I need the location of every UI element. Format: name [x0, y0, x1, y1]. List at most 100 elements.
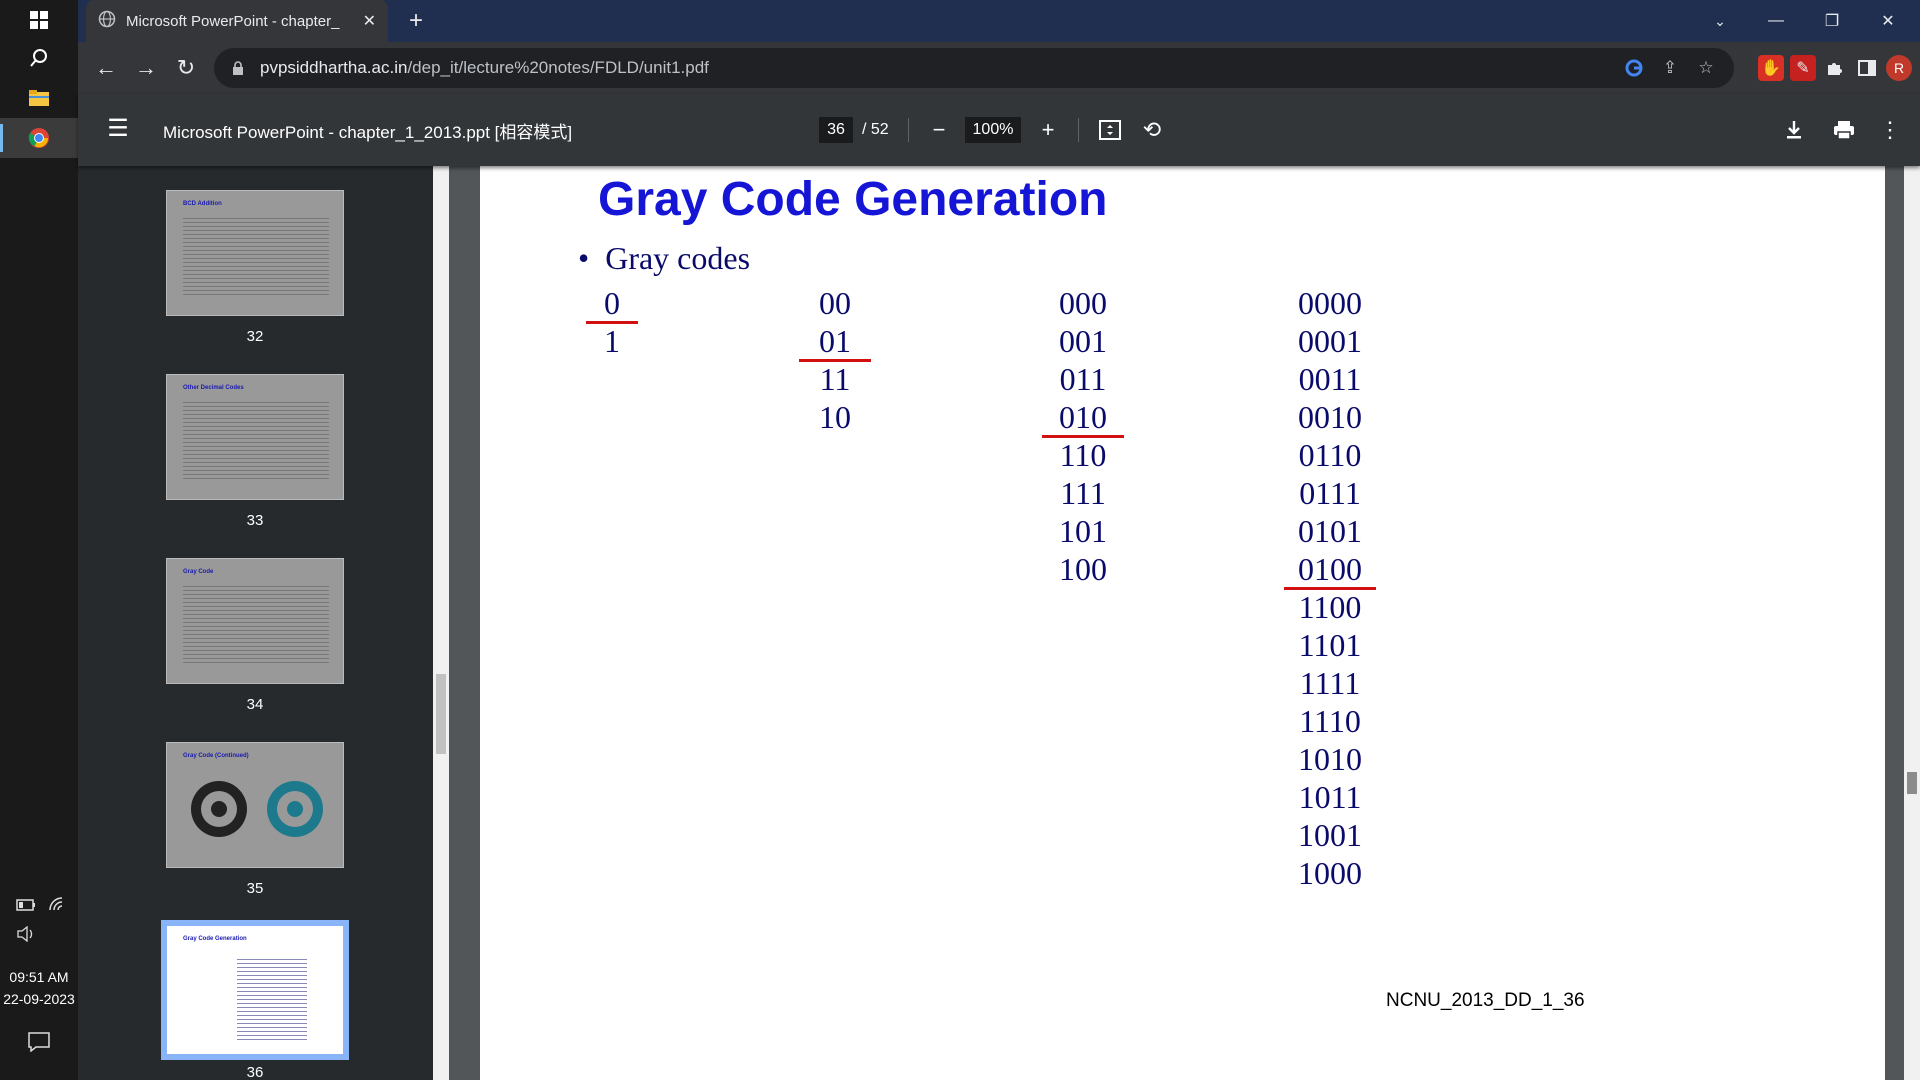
thumbnail-page-number: 33 — [246, 512, 264, 529]
gray-code-value: 0000 — [1298, 285, 1362, 321]
gray-code-value: 111 — [1060, 475, 1106, 511]
gray-code-value: 1111 — [1299, 665, 1361, 701]
gray-code-value: 1 — [604, 323, 620, 359]
thumbnail-page-34[interactable]: Gray Code — [166, 558, 344, 684]
more-options-icon[interactable]: ⋮ — [1874, 114, 1906, 146]
gray-code-2bit-column: 00 01 11 10 — [799, 284, 871, 436]
notifications-icon[interactable] — [28, 1032, 50, 1055]
zoom-in-button[interactable]: + — [1032, 114, 1064, 146]
gray-code-value: 00 — [819, 285, 851, 321]
gray-code-value: 110 — [1059, 437, 1107, 473]
page-total: / 52 — [862, 121, 889, 138]
sidebar-menu-icon[interactable]: ☰ — [104, 116, 132, 144]
profile-avatar[interactable]: R — [1886, 55, 1912, 81]
back-button[interactable]: ← — [90, 52, 122, 84]
gray-code-value: 011 — [1059, 361, 1107, 397]
search-icon[interactable] — [0, 38, 78, 78]
pdf-viewer: Gray Code Generation • Gray codes 01 00 01… — [449, 166, 1920, 1080]
address-bar[interactable]: pvpsiddhartha.ac.in/dep_it/lecture%20not… — [214, 48, 1734, 88]
url-host: pvpsiddhartha.ac.in — [260, 58, 408, 77]
thumbnail-content — [183, 399, 329, 481]
minimize-button[interactable]: — — [1748, 0, 1804, 42]
volume-icon[interactable] — [16, 925, 36, 945]
gray-code-value: 001 — [1059, 323, 1107, 359]
slide-footer: NCNU_2013_DD_1_36 — [1386, 990, 1585, 1011]
gray-code-value: 01 — [799, 322, 871, 362]
zoom-out-button[interactable]: − — [923, 114, 955, 146]
gray-code-value: 10 — [819, 399, 851, 435]
print-icon[interactable] — [1828, 114, 1860, 146]
pdf-page: Gray Code Generation • Gray codes 01 00 01… — [480, 166, 1885, 1080]
lock-icon[interactable] — [232, 61, 246, 75]
windows-start-icon[interactable] — [0, 0, 78, 40]
fit-page-icon[interactable] — [1094, 114, 1126, 146]
google-icon[interactable] — [1622, 56, 1646, 80]
tab-strip: Microsoft PowerPoint - chapter_ ✕ + ⌄ — … — [78, 0, 1920, 42]
tab-title: Microsoft PowerPoint - chapter_ — [126, 12, 340, 30]
thumbnail-title: Gray Code Generation — [183, 936, 247, 942]
gray-code-value: 1101 — [1298, 627, 1362, 663]
thumbnail-content — [183, 215, 329, 297]
slide-bullet: • Gray codes — [578, 240, 750, 277]
gray-code-value: 000 — [1059, 285, 1107, 321]
chrome-menu-icon[interactable] — [1916, 55, 1920, 81]
thumbnail-page-number: 36 — [246, 1064, 264, 1080]
pen-extension-icon[interactable]: ✎ — [1790, 55, 1816, 81]
chrome-window: Microsoft PowerPoint - chapter_ ✕ + ⌄ — … — [78, 0, 1920, 1080]
taskbar-clock[interactable]: 09:51 AM 22-09-2023 — [0, 966, 78, 1010]
zoom-input[interactable]: 100% — [965, 117, 1021, 143]
gray-code-1bit-column: 01 — [586, 284, 638, 360]
thumbnail-content — [237, 956, 307, 1042]
close-window-button[interactable]: ✕ — [1860, 0, 1916, 42]
download-icon[interactable] — [1778, 114, 1810, 146]
clock-time: 09:51 AM — [9, 969, 69, 985]
reload-button[interactable]: ↻ — [170, 52, 202, 84]
file-explorer-icon[interactable] — [0, 78, 78, 118]
slide-title: Gray Code Generation — [598, 173, 1108, 226]
thumbnail-page-35[interactable]: Gray Code (Continued) — [166, 742, 344, 868]
url-path: /dep_it/lecture%20notes/FDLD/unit1.pdf — [407, 58, 709, 77]
thumbnail-title: Gray Code (Continued) — [183, 753, 249, 759]
battery-icon[interactable] — [16, 898, 36, 914]
gray-code-value: 0100 — [1284, 550, 1376, 590]
url-text: pvpsiddhartha.ac.in/dep_it/lecture%20not… — [260, 58, 709, 78]
page-number-input[interactable]: 36 — [819, 117, 853, 143]
extensions-puzzle-icon[interactable] — [1822, 55, 1848, 81]
share-icon[interactable]: ⇪ — [1658, 56, 1682, 80]
thumbnail-sidebar: BCD Addition 32 Other Decimal Codes 33 G… — [78, 166, 433, 1080]
sidebar-scrollbar[interactable] — [433, 166, 449, 1080]
gray-code-value: 1010 — [1298, 741, 1362, 777]
thumbnail-title: BCD Addition — [183, 201, 222, 207]
thumbnail-page-32[interactable]: BCD Addition — [166, 190, 344, 316]
chrome-taskbar-icon[interactable] — [0, 118, 78, 158]
gray-code-value: 010 — [1042, 398, 1124, 438]
restore-button[interactable]: ❐ — [1804, 0, 1860, 42]
gray-code-value: 0010 — [1298, 399, 1362, 435]
thumbnail-page-33[interactable]: Other Decimal Codes — [166, 374, 344, 500]
gray-code-value: 0110 — [1298, 437, 1362, 473]
thumbnail-page-36-selected[interactable]: Gray Code Generation — [161, 920, 349, 1060]
browser-tab[interactable]: Microsoft PowerPoint - chapter_ ✕ — [86, 0, 388, 42]
page-scrollbar-thumb[interactable] — [1907, 772, 1917, 794]
toolbar-divider — [908, 118, 909, 142]
gray-code-value: 1001 — [1298, 817, 1362, 853]
page-scrollbar[interactable] — [1904, 166, 1920, 1080]
adblock-extension-icon[interactable]: ✋ — [1758, 55, 1784, 81]
thumbnail-page-number: 35 — [246, 880, 264, 897]
tab-close-icon[interactable]: ✕ — [363, 11, 376, 31]
thumbnail-content — [183, 583, 329, 665]
rotate-icon[interactable]: ⟲ — [1136, 114, 1168, 146]
sidebar-scrollbar-thumb[interactable] — [436, 674, 446, 754]
forward-button[interactable]: → — [130, 52, 162, 84]
thumbnail-title: Other Decimal Codes — [183, 385, 244, 391]
gray-code-value: 11 — [819, 361, 851, 397]
new-tab-button[interactable]: + — [402, 8, 430, 36]
wifi-icon[interactable] — [48, 896, 66, 915]
pdf-toolbar: ☰ Microsoft PowerPoint - chapter_1_2013.… — [78, 94, 1920, 166]
bullet-text: Gray codes — [605, 240, 751, 276]
bookmark-star-icon[interactable]: ☆ — [1694, 56, 1718, 80]
gray-code-3bit-column: 000 001 011 010 110 111 101 100 — [1042, 284, 1124, 588]
side-panel-icon[interactable] — [1854, 55, 1880, 81]
tab-search-icon[interactable]: ⌄ — [1692, 0, 1748, 42]
gray-code-value: 0 — [586, 284, 638, 324]
